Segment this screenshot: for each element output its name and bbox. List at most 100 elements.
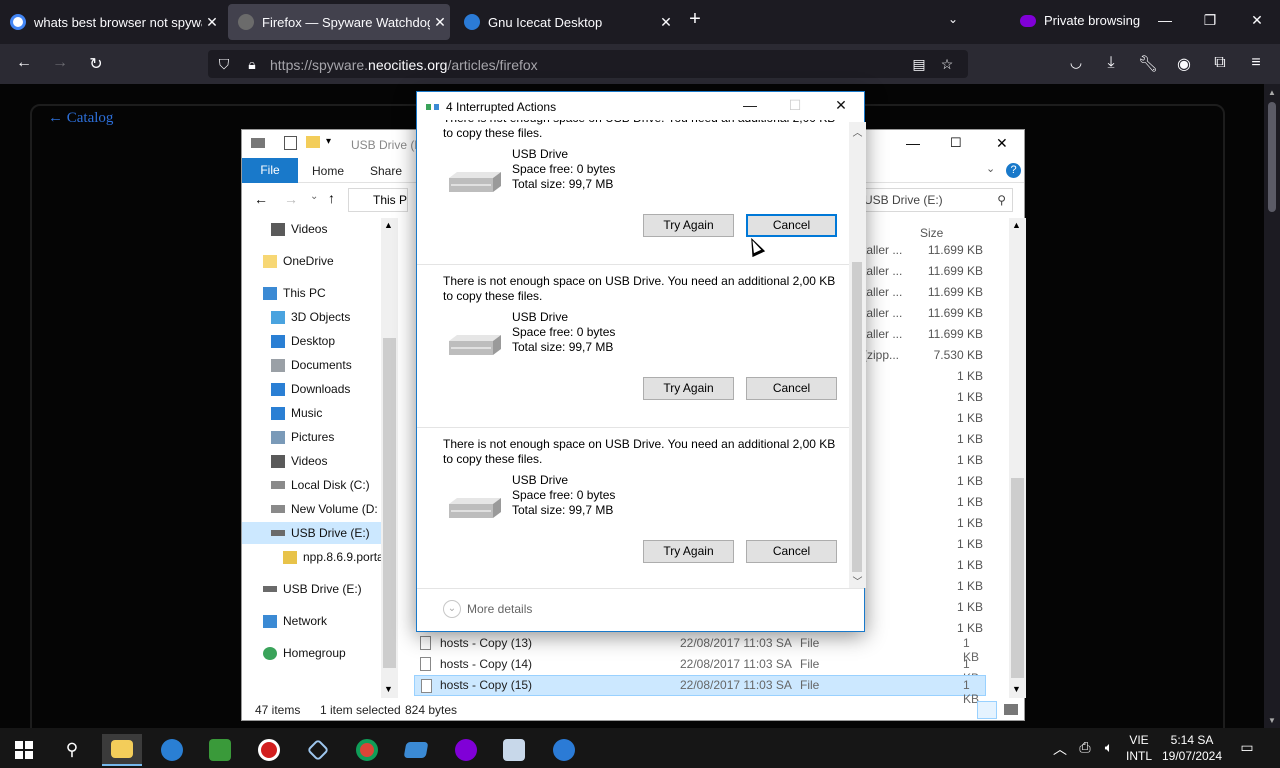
lock-icon[interactable]: 🔒︎ <box>243 56 261 73</box>
tracking-protection-shield-icon[interactable]: ⛉ <box>215 56 233 73</box>
dialog-minimize-button[interactable]: — <box>738 97 762 113</box>
table-row[interactable]: taller ... 11.699 KB <box>863 282 1013 303</box>
ribbon-expand-icon[interactable]: ⌄ <box>986 162 995 175</box>
table-row[interactable]: taller ... 11.699 KB <box>863 240 1013 261</box>
tab-gnu-icecat-desktop[interactable]: Gnu Icecat Desktop ✕ <box>454 4 676 40</box>
url-bar[interactable]: ⛉ 🔒︎ https://spyware.neocities.org/artic… <box>208 50 968 78</box>
more-details-toggle[interactable]: ⌄ More details <box>443 600 532 618</box>
table-row[interactable]: 1 KB <box>863 471 1013 492</box>
nav-item-homegroup[interactable]: Homegroup <box>263 642 346 664</box>
nav-item-onedrive[interactable]: OneDrive <box>263 250 334 272</box>
table-row[interactable]: 1 KB <box>863 597 1013 618</box>
try-again-button[interactable]: Try Again <box>643 214 734 237</box>
nav-item-new-volume-d[interactable]: New Volume (D: <box>271 498 378 520</box>
dialog-scrollbar[interactable]: ︿ ﹀ <box>849 122 866 588</box>
table-row[interactable]: 1 KB <box>863 492 1013 513</box>
explorer-close-button[interactable]: ✕ <box>996 135 1008 152</box>
downloads-icon[interactable]: ⤓ <box>1099 54 1123 72</box>
new-folder-icon[interactable] <box>306 136 320 148</box>
cancel-button[interactable]: Cancel <box>746 214 837 237</box>
explorer-back-icon[interactable]: ← <box>254 191 268 207</box>
notepad-icon[interactable] <box>200 734 240 766</box>
start-button[interactable] <box>4 734 44 766</box>
network-tray-icon[interactable]: ⎙ <box>1075 739 1095 756</box>
menu-hamburger-icon[interactable]: ≡ <box>1244 54 1268 72</box>
restore-window-button[interactable]: ❐ <box>1200 12 1220 29</box>
table-row[interactable]: taller ... 11.699 KB <box>863 324 1013 345</box>
explorer-search-box[interactable]: USB Drive (E:) ⚲ <box>857 188 1013 212</box>
list-scroll-thumb[interactable] <box>1011 478 1024 678</box>
nav-item-local-disk-c[interactable]: Local Disk (C:) <box>271 474 370 496</box>
new-tab-button[interactable]: + <box>683 8 707 31</box>
large-icons-view-icon[interactable] <box>1004 704 1018 715</box>
dialog-scroll-up-icon[interactable]: ︿ <box>849 124 866 139</box>
nav-item-music[interactable]: Music <box>271 402 322 424</box>
dialog-close-button[interactable]: ✕ <box>829 97 853 114</box>
nav-item-downloads[interactable]: Downloads <box>271 378 350 400</box>
address-bar[interactable]: This P <box>348 188 408 212</box>
tab-whats-best-browser[interactable]: whats best browser not spyware ✕ <box>0 4 222 40</box>
close-window-button[interactable]: ✕ <box>1247 12 1267 29</box>
details-view-icon[interactable] <box>977 701 997 719</box>
column-header-size[interactable]: Size <box>920 226 943 240</box>
help-icon[interactable]: ? <box>1006 163 1021 178</box>
bookmark-star-icon[interactable]: ☆ <box>938 56 956 73</box>
ribbon-tab-home[interactable]: Home <box>312 164 344 178</box>
list-scroll-up-icon[interactable]: ▲ <box>1012 220 1021 230</box>
table-row[interactable]: (zipp... 7.530 KB <box>863 345 1013 366</box>
cancel-button[interactable]: Cancel <box>746 377 837 400</box>
icecat-icon[interactable] <box>544 734 584 766</box>
ribbon-tab-share[interactable]: Share <box>370 164 402 178</box>
scroll-down-arrow-icon[interactable]: ▼ <box>1264 716 1280 725</box>
table-row[interactable]: taller ... 11.699 KB <box>863 261 1013 282</box>
forward-button[interactable]: → <box>48 54 72 72</box>
tab-firefox-spyware-watchdog[interactable]: Firefox — Spyware Watchdog ✕ <box>228 4 450 40</box>
close-tab-icon[interactable]: ✕ <box>202 14 222 31</box>
nav-item-pictures[interactable]: Pictures <box>271 426 334 448</box>
table-row[interactable]: 1 KB <box>863 534 1013 555</box>
nav-item-this-pc[interactable]: This PC <box>263 282 326 304</box>
input-language[interactable]: VIE INTL <box>1122 732 1156 764</box>
try-again-button[interactable]: Try Again <box>643 540 734 563</box>
table-row[interactable]: 1 KB <box>863 408 1013 429</box>
table-row[interactable]: 1 KB <box>863 429 1013 450</box>
file-explorer-icon[interactable] <box>102 734 142 766</box>
table-row[interactable]: taller ... 11.699 KB <box>863 303 1013 324</box>
dialog-scroll-thumb[interactable] <box>852 262 862 572</box>
dialog-scroll-down-icon[interactable]: ﹀ <box>849 573 866 588</box>
extensions-icon[interactable]: ⧉ <box>1208 54 1232 72</box>
nav-item-videos-2[interactable]: Videos <box>271 450 327 472</box>
nav-pane-scrollbar[interactable]: ▲ ▼ <box>381 218 398 698</box>
up-folder-icon[interactable]: ↑ <box>328 190 335 206</box>
list-scroll-down-icon[interactable]: ▼ <box>1012 684 1021 694</box>
nav-item-3d-objects[interactable]: 3D Objects <box>271 306 350 328</box>
page-scroll-thumb[interactable] <box>1268 102 1276 212</box>
explorer-minimize-button[interactable]: — <box>906 135 920 151</box>
firefox-icon[interactable] <box>152 734 192 766</box>
record-icon[interactable] <box>249 734 289 766</box>
close-tab-icon[interactable]: ✕ <box>656 14 676 31</box>
scroll-up-arrow-icon[interactable]: ▲ <box>1264 88 1280 97</box>
quick-access-dropdown-icon[interactable]: ▾ <box>326 136 331 147</box>
try-again-button[interactable]: Try Again <box>643 377 734 400</box>
nav-item-documents[interactable]: Documents <box>271 354 352 376</box>
table-row[interactable]: 1 KB <box>863 387 1013 408</box>
table-row[interactable]: 1 KB <box>863 450 1013 471</box>
back-button[interactable]: ← <box>12 54 36 72</box>
explorer-maximize-button[interactable]: ☐ <box>950 135 962 151</box>
pocket-icon[interactable]: ◡ <box>1064 54 1088 71</box>
search-icon[interactable]: ⚲ <box>52 734 92 766</box>
nav-item-usb-drive-e-root[interactable]: USB Drive (E:) <box>263 578 362 600</box>
nav-item-videos[interactable]: Videos <box>271 218 327 240</box>
3d-viewer-icon[interactable] <box>298 734 338 766</box>
nav-scroll-down-icon[interactable]: ▼ <box>384 684 393 694</box>
paint-icon[interactable] <box>494 734 534 766</box>
nav-item-network[interactable]: Network <box>263 610 327 632</box>
nav-item-npp-folder[interactable]: npp.8.6.9.porta <box>283 546 384 568</box>
catalog-link[interactable]: ← Catalog <box>48 110 113 127</box>
tools-wrench-icon[interactable]: 🔧︎ <box>1136 54 1160 74</box>
nav-scroll-up-icon[interactable]: ▲ <box>384 220 393 230</box>
table-row[interactable]: 1 KB <box>863 366 1013 387</box>
volume-muted-icon[interactable]: 🔈︎ <box>1099 739 1119 756</box>
app-icon[interactable] <box>396 734 436 766</box>
